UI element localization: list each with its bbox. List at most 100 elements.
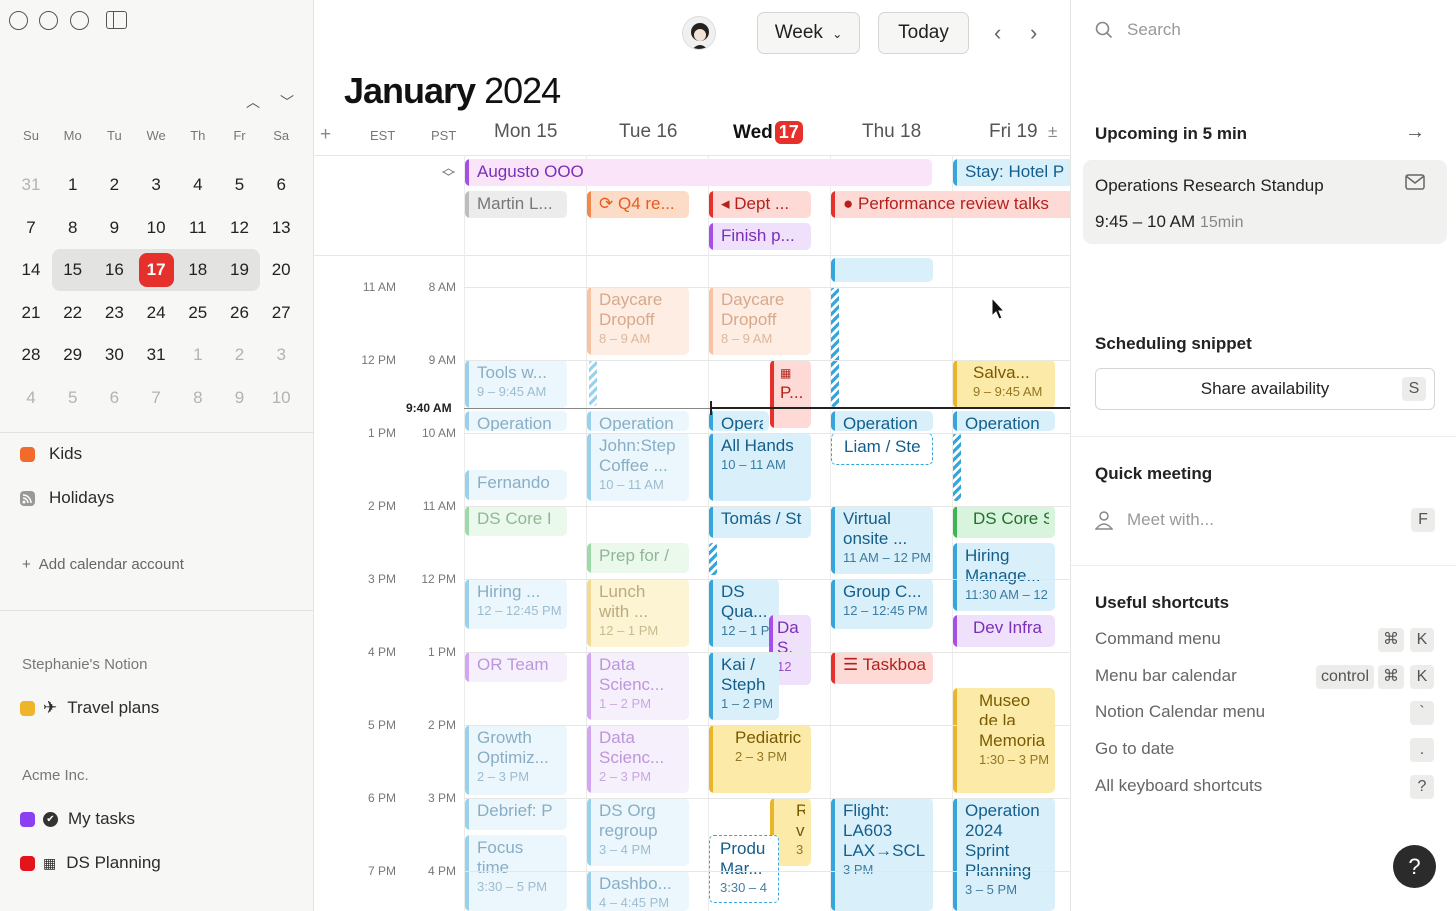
- mini-calendar-day[interactable]: 7: [10, 213, 52, 243]
- event-taskboard[interactable]: ☰ Taskboa: [831, 652, 933, 684]
- event-product-marketing[interactable]: Produ Mar... 3:30 – 4: [709, 835, 779, 903]
- mini-calendar-day[interactable]: 21: [10, 298, 52, 328]
- mini-calendar-day[interactable]: 3: [260, 340, 302, 370]
- event-liam-stephanie[interactable]: Liam / Ste: [831, 433, 933, 465]
- mini-calendar-day[interactable]: 1: [177, 340, 219, 370]
- mini-calendar-day[interactable]: 16: [93, 255, 135, 285]
- event-operation[interactable]: Opera: [709, 411, 769, 431]
- event-finish[interactable]: Finish p...: [709, 223, 811, 250]
- mini-calendar-day[interactable]: 4: [177, 170, 219, 200]
- help-button[interactable]: ?: [1393, 845, 1436, 888]
- mini-calendar-day[interactable]: 1: [52, 170, 94, 200]
- event-dev-infra[interactable]: Dev Infra: [953, 615, 1055, 647]
- mini-calendar-day[interactable]: 25: [177, 298, 219, 328]
- mini-calendar-day[interactable]: 31: [135, 340, 177, 370]
- event-dept[interactable]: ◂ Dept ...: [709, 191, 811, 218]
- event-p[interactable]: ▦ P...: [770, 360, 811, 428]
- today-button[interactable]: Today: [878, 12, 969, 54]
- calendar-item-kids[interactable]: Kids: [20, 444, 82, 464]
- event-data-science[interactable]: Data Scienc... 2 – 3 PM: [587, 725, 689, 793]
- window-close-button[interactable]: [9, 11, 28, 30]
- mini-calendar-day[interactable]: 17: [135, 255, 177, 285]
- event-museo[interactable]: Museo de la Memoria 1:30 – 3 PM: [953, 688, 1055, 793]
- expand-icon[interactable]: ±: [1048, 122, 1057, 142]
- add-calendar-account-button[interactable]: + Add calendar account: [22, 556, 184, 573]
- event-growth[interactable]: Growth Optimiz... 2 – 3 PM: [465, 725, 567, 795]
- calendar-item-ds-planning[interactable]: ▦ DS Planning: [20, 853, 161, 873]
- event-stay-hotel[interactable]: Stay: Hotel P: [953, 159, 1070, 186]
- event-daycare[interactable]: Daycare Dropoff 8 – 9 AM: [587, 287, 689, 355]
- event-pediatric[interactable]: Pediatric 2 – 3 PM: [709, 725, 811, 793]
- event-operation[interactable]: Operation: [831, 411, 933, 431]
- mini-calendar-day[interactable]: 3: [135, 170, 177, 200]
- mini-calendar-day[interactable]: 2: [219, 340, 261, 370]
- event-performance-review[interactable]: ● Performance review talks: [831, 191, 1070, 218]
- mail-icon[interactable]: [1405, 174, 1425, 195]
- mini-calendar-day[interactable]: 12: [219, 213, 261, 243]
- calendar-item-my-tasks[interactable]: ✔ My tasks: [20, 809, 135, 829]
- event-lunch[interactable]: Lunch with ... 12 – 1 PM: [587, 579, 689, 647]
- event-operation-2024-sprint[interactable]: Operation 2024 Sprint Planning 3 – 5 PM: [953, 798, 1055, 911]
- calendar-item-travel-plans[interactable]: ✈ Travel plans: [20, 698, 159, 718]
- view-select[interactable]: Week ⌄: [757, 12, 860, 54]
- event-virtual-onsite[interactable]: Virtual onsite ... 11 AM – 12 PM: [831, 506, 933, 574]
- event-data-science[interactable]: Data Scienc... 1 – 2 PM: [587, 652, 689, 720]
- event-augusto-ooo[interactable]: Augusto OOO: [465, 159, 932, 186]
- mini-calendar-day[interactable]: 4: [10, 383, 52, 413]
- event-operation[interactable]: Operation: [587, 411, 689, 431]
- sidebar-toggle-icon[interactable]: [106, 11, 127, 29]
- meet-with-input[interactable]: Meet with... F: [1095, 508, 1435, 532]
- event-tools[interactable]: Tools w... 9 – 9:45 AM: [465, 360, 567, 408]
- event-all-hands[interactable]: All Hands 10 – 11 AM: [709, 433, 811, 501]
- mini-calendar-day[interactable]: 28: [10, 340, 52, 370]
- event-ds-org-regroup[interactable]: DS Org regroup 3 – 4 PM: [587, 798, 689, 866]
- event-ds-core[interactable]: DS Core I: [465, 506, 567, 536]
- event-john-coffee[interactable]: John:Step Coffee ... 10 – 11 AM: [587, 433, 689, 501]
- share-availability-button[interactable]: Share availability S: [1095, 368, 1435, 410]
- mini-calendar-day[interactable]: 29: [52, 340, 94, 370]
- event-thu-early[interactable]: [831, 258, 933, 282]
- mini-calendar-day[interactable]: 6: [260, 170, 302, 200]
- event-fernando[interactable]: Fernando: [465, 470, 567, 500]
- mini-calendar-day[interactable]: 8: [52, 213, 94, 243]
- chevron-up-icon[interactable]: ︿: [246, 92, 260, 112]
- event-prep[interactable]: Prep for /: [587, 543, 689, 573]
- event-or-team[interactable]: OR Team: [465, 652, 567, 682]
- avatar[interactable]: [682, 16, 716, 50]
- event-tomas[interactable]: Tomás / St: [709, 506, 811, 538]
- chevron-down-icon[interactable]: ﹀: [280, 92, 294, 112]
- day-header-tue[interactable]: Tue 16: [619, 121, 677, 143]
- arrow-right-icon[interactable]: →: [1405, 121, 1425, 144]
- day-header-wed[interactable]: Wed 17: [733, 121, 803, 144]
- search-input[interactable]: Search: [1095, 20, 1181, 40]
- event-kai-stephanie[interactable]: Kai / Steph 1 – 2 PM: [709, 652, 779, 720]
- event-salva[interactable]: Salva... 9 – 9:45 AM: [953, 360, 1055, 408]
- event-operation[interactable]: Operation: [465, 411, 567, 431]
- mini-calendar-day[interactable]: 8: [177, 383, 219, 413]
- mini-calendar-day[interactable]: 30: [93, 340, 135, 370]
- mini-calendar-day[interactable]: 9: [219, 383, 261, 413]
- event-martin[interactable]: Martin L...: [465, 191, 567, 218]
- mini-calendar-day[interactable]: 26: [219, 298, 261, 328]
- mini-calendar-day[interactable]: 15: [52, 255, 94, 285]
- day-header-thu[interactable]: Thu 18: [862, 121, 921, 143]
- mini-calendar-day[interactable]: 22: [52, 298, 94, 328]
- mini-calendar-day[interactable]: 19: [219, 255, 261, 285]
- event-focus-time[interactable]: Focus time 3:30 – 5 PM: [465, 835, 567, 911]
- event-flight[interactable]: Flight: LA603 LAX→SCL 3 PM: [831, 798, 933, 911]
- event-group[interactable]: Group C... 12 – 12:45 PM: [831, 579, 933, 629]
- calendar-item-holidays[interactable]: Holidays: [20, 488, 114, 508]
- upcoming-event-card[interactable]: Operations Research Standup 9:45 – 10 AM…: [1083, 160, 1447, 244]
- mini-calendar-day[interactable]: 24: [135, 298, 177, 328]
- mini-calendar-day[interactable]: 31: [10, 170, 52, 200]
- event-hiring[interactable]: Hiring ... 12 – 12:45 PM: [465, 579, 567, 629]
- collapse-allday-icon[interactable]: ︿ ﹀: [442, 161, 455, 184]
- mini-calendar-day[interactable]: 5: [52, 383, 94, 413]
- day-header-mon[interactable]: Mon 15: [494, 121, 557, 143]
- next-week-button[interactable]: ›: [1030, 20, 1037, 46]
- mini-calendar-day[interactable]: 13: [260, 213, 302, 243]
- window-zoom-button[interactable]: [70, 11, 89, 30]
- prev-week-button[interactable]: ‹: [994, 20, 1001, 46]
- event-daycare[interactable]: Daycare Dropoff 8 – 9 AM: [709, 287, 811, 355]
- mini-calendar-day[interactable]: 7: [135, 383, 177, 413]
